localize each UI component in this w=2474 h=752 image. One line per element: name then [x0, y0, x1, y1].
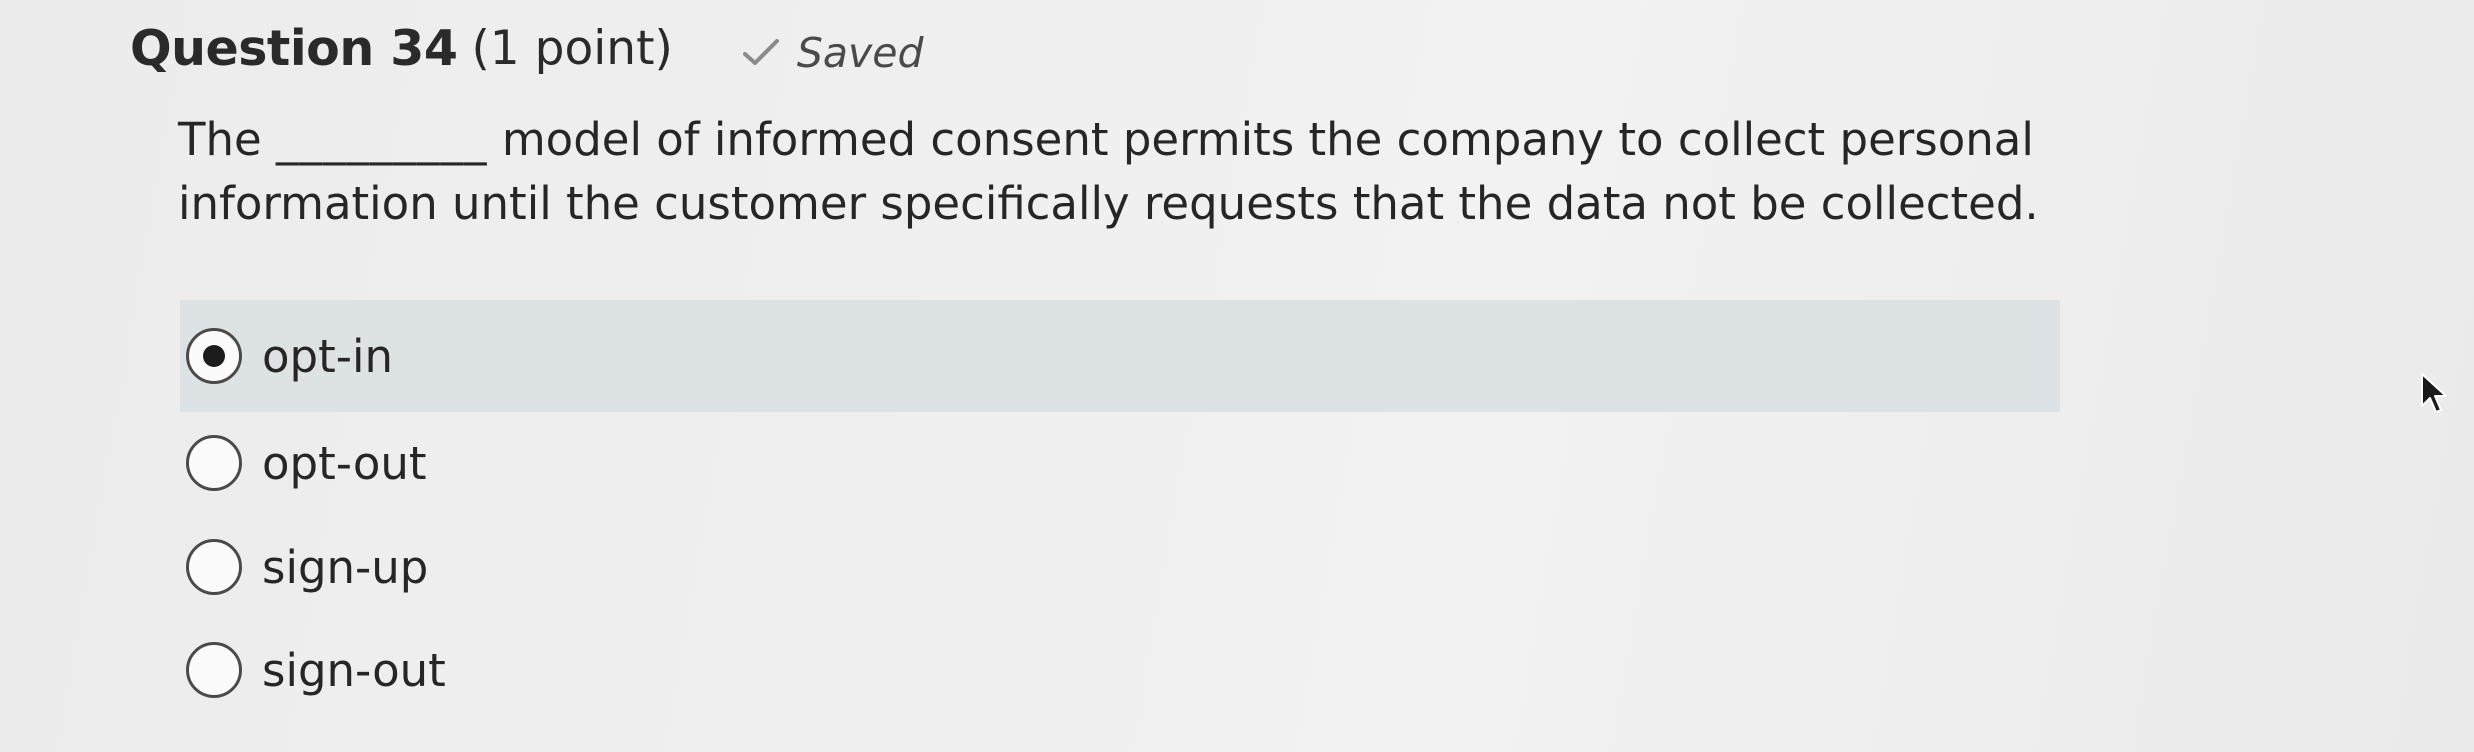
selected-option-highlight — [180, 300, 2060, 412]
radio-button[interactable] — [186, 642, 242, 698]
question-prompt: The _________ model of informed consent … — [178, 108, 2078, 236]
prompt-text-before: The — [178, 113, 262, 166]
question-points: (1 point) — [471, 20, 673, 76]
mouse-pointer-icon — [2421, 373, 2447, 413]
radio-dot — [203, 345, 225, 367]
question-title: Question 34 — [130, 19, 458, 77]
saved-status: Saved — [741, 29, 924, 77]
option-label[interactable]: opt-out — [262, 437, 427, 490]
option-sign-out[interactable]: sign-out — [186, 630, 446, 710]
option-label[interactable]: sign-out — [262, 644, 446, 697]
option-label[interactable]: opt-in — [262, 330, 393, 383]
option-opt-out[interactable]: opt-out — [186, 423, 427, 503]
option-sign-up[interactable]: sign-up — [186, 527, 428, 607]
radio-button[interactable] — [186, 539, 242, 595]
radio-button[interactable] — [186, 435, 242, 491]
saved-label: Saved — [796, 29, 924, 77]
option-opt-in[interactable]: opt-in — [186, 316, 393, 396]
radio-button-selected[interactable] — [186, 328, 242, 384]
option-label[interactable]: sign-up — [262, 541, 428, 594]
checkmark-icon — [742, 39, 779, 65]
fill-in-blank: _________ — [276, 113, 488, 166]
question-header: Question 34 (1 point) Saved — [130, 8, 924, 88]
